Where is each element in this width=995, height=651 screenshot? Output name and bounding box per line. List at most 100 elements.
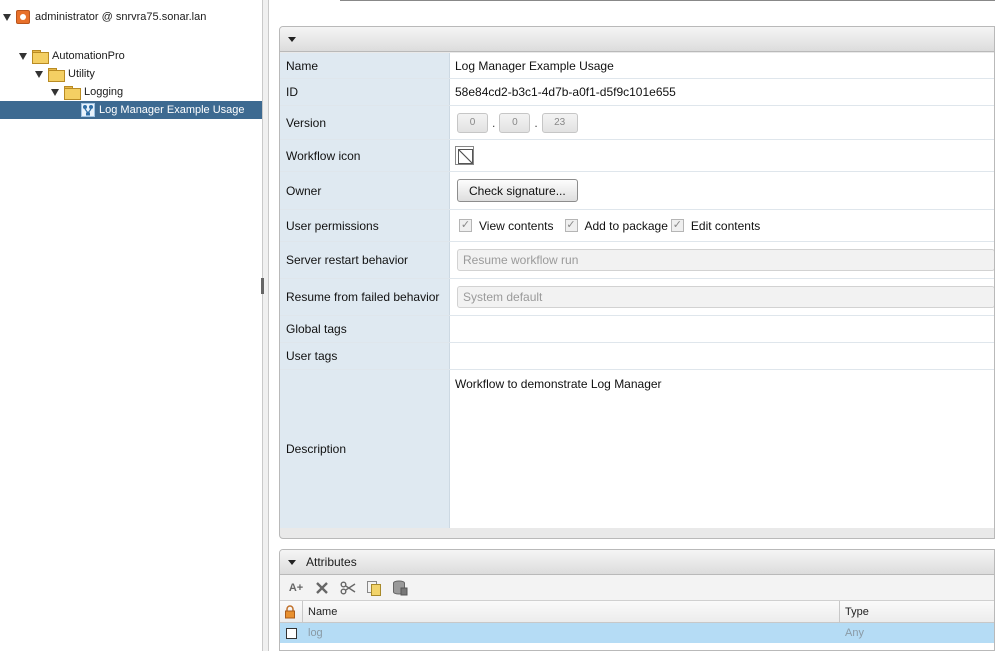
tree-node-utility[interactable]: Utility [35, 65, 95, 83]
tab-strip-line [340, 0, 995, 1]
add-to-package-checkbox[interactable]: ✓ [564, 219, 578, 232]
edit-contents-checkbox[interactable]: ✓ [670, 219, 684, 232]
inventory-tree: administrator @ snrvra75.sonar.lan Autom… [0, 0, 263, 651]
prop-label: Server restart behavior [280, 242, 450, 278]
owner-value: Check signature... [450, 172, 994, 209]
prop-label: User permissions [280, 210, 450, 241]
general-properties-panel: Name Log Manager Example Usage ID 58e84c… [279, 26, 995, 539]
prop-row-server-restart: Server restart behavior Resume workflow … [280, 242, 994, 279]
scissors-icon [340, 581, 356, 594]
prop-label: User tags [280, 343, 450, 369]
server-icon [16, 10, 30, 24]
workflow-icon-picker-icon[interactable] [455, 146, 474, 165]
database-icon [393, 580, 408, 595]
folder-icon [64, 86, 81, 100]
resume-failed-select[interactable]: System default [457, 286, 994, 308]
bind-attribute-button[interactable] [389, 578, 411, 598]
permissions-value: ✓ View contents ✓ Add to package ✓ Edit … [450, 210, 994, 241]
attributes-title: Attributes [306, 555, 357, 569]
copy-attribute-button[interactable] [363, 578, 385, 598]
collapse-arrow-icon[interactable] [288, 559, 296, 565]
global-tags-field[interactable] [450, 316, 994, 342]
prop-row-version: Version 0 . 0 . 23 [280, 106, 994, 140]
version-fields: 0 . 0 . 23 [450, 106, 994, 139]
server-restart-select[interactable]: Resume workflow run [457, 249, 994, 271]
prop-label: Version [280, 106, 450, 139]
lock-column-header[interactable] [280, 601, 303, 622]
tree-node-workflow-selected[interactable]: Log Manager Example Usage [0, 101, 262, 119]
row-lock-cell [280, 623, 303, 643]
tree-node-label: administrator @ snrvra75.sonar.lan [35, 11, 207, 23]
delete-icon [316, 581, 328, 594]
attributes-panel-header[interactable]: Attributes [280, 550, 994, 575]
check-signature-button[interactable]: Check signature... [457, 179, 578, 202]
expand-arrow-icon[interactable] [19, 52, 27, 60]
resume-failed-value: System default [450, 279, 994, 315]
prop-row-permissions: User permissions ✓ View contents ✓ Add t… [280, 210, 994, 242]
general-panel-header[interactable] [280, 27, 994, 52]
tree-node-label: Logging [84, 86, 124, 98]
tree-node-label: Log Manager Example Usage [99, 104, 245, 116]
version-build-field[interactable]: 23 [541, 112, 578, 133]
collapse-arrow-icon[interactable] [288, 36, 296, 42]
permission-label: View contents [479, 218, 554, 233]
prop-row-description: Description Workflow to demonstrate Log … [280, 370, 994, 528]
expand-arrow-icon[interactable] [51, 88, 59, 96]
delete-attribute-button[interactable] [311, 578, 333, 598]
version-separator: . [492, 115, 496, 130]
tree-node-logging[interactable]: Logging [51, 83, 123, 101]
add-attribute-button[interactable]: A+ [285, 578, 307, 598]
prop-row-workflow-icon: Workflow icon [280, 140, 994, 172]
expand-arrow-icon[interactable] [35, 70, 43, 78]
permission-label: Edit contents [690, 218, 761, 233]
name-field[interactable]: Log Manager Example Usage [450, 53, 994, 78]
version-minor-field[interactable]: 0 [499, 112, 531, 133]
version-major-field[interactable]: 0 [457, 112, 488, 133]
row-checkbox[interactable] [286, 627, 297, 639]
prop-label: Workflow icon [280, 140, 450, 171]
type-column-header[interactable]: Type [840, 601, 994, 622]
permission-label: Add to package [584, 218, 668, 233]
name-column-header[interactable]: Name [303, 601, 840, 622]
user-tags-field[interactable] [450, 343, 994, 369]
server-restart-value: Resume workflow run [450, 242, 994, 278]
folder-icon [32, 50, 49, 64]
prop-row-owner: Owner Check signature... [280, 172, 994, 210]
attributes-toolbar: A+ [280, 575, 994, 601]
id-value: 58e84cd2-b3c1-4d7b-a0f1-d5f9c101e655 [450, 79, 994, 105]
permission-edit[interactable]: ✓ Edit contents [670, 218, 761, 233]
attribute-name-cell[interactable]: log [303, 623, 840, 643]
prop-row-resume-failed: Resume from failed behavior System defau… [280, 279, 994, 316]
folder-icon [48, 68, 65, 82]
permission-view[interactable]: ✓ View contents [459, 219, 554, 233]
cut-attribute-button[interactable] [337, 578, 359, 598]
prop-row-name: Name Log Manager Example Usage [280, 53, 994, 79]
view-contents-checkbox[interactable]: ✓ [459, 219, 472, 232]
tree-node-server[interactable]: administrator @ snrvra75.sonar.lan [3, 8, 206, 26]
version-separator: . [534, 115, 538, 130]
prop-row-id: ID 58e84cd2-b3c1-4d7b-a0f1-d5f9c101e655 [280, 79, 994, 106]
lock-icon [285, 604, 295, 618]
workflow-icon-value [450, 140, 994, 171]
description-textarea[interactable]: Workflow to demonstrate Log Manager [450, 370, 994, 528]
copy-icon [367, 580, 381, 596]
expand-arrow-icon[interactable] [3, 13, 11, 21]
prop-row-global-tags: Global tags [280, 316, 994, 343]
tree-node-label: Utility [68, 68, 95, 80]
permission-package[interactable]: ✓ Add to package [564, 218, 668, 233]
tree-node-automationpro[interactable]: AutomationPro [19, 47, 125, 65]
attributes-panel: Attributes A+ Name Type log Any [279, 549, 995, 651]
prop-label: ID [280, 79, 450, 105]
prop-label: Owner [280, 172, 450, 209]
attributes-table-header: Name Type [280, 601, 994, 623]
prop-row-user-tags: User tags [280, 343, 994, 370]
splitter-grip[interactable] [261, 278, 264, 294]
splitter[interactable] [263, 0, 269, 651]
workflow-icon [81, 103, 95, 117]
prop-label: Description [280, 370, 450, 528]
tree-node-label: AutomationPro [52, 50, 125, 62]
attribute-type-cell[interactable]: Any [840, 623, 994, 643]
prop-label: Global tags [280, 316, 450, 342]
prop-label: Resume from failed behavior [280, 279, 450, 315]
table-row[interactable]: log Any [280, 623, 994, 643]
